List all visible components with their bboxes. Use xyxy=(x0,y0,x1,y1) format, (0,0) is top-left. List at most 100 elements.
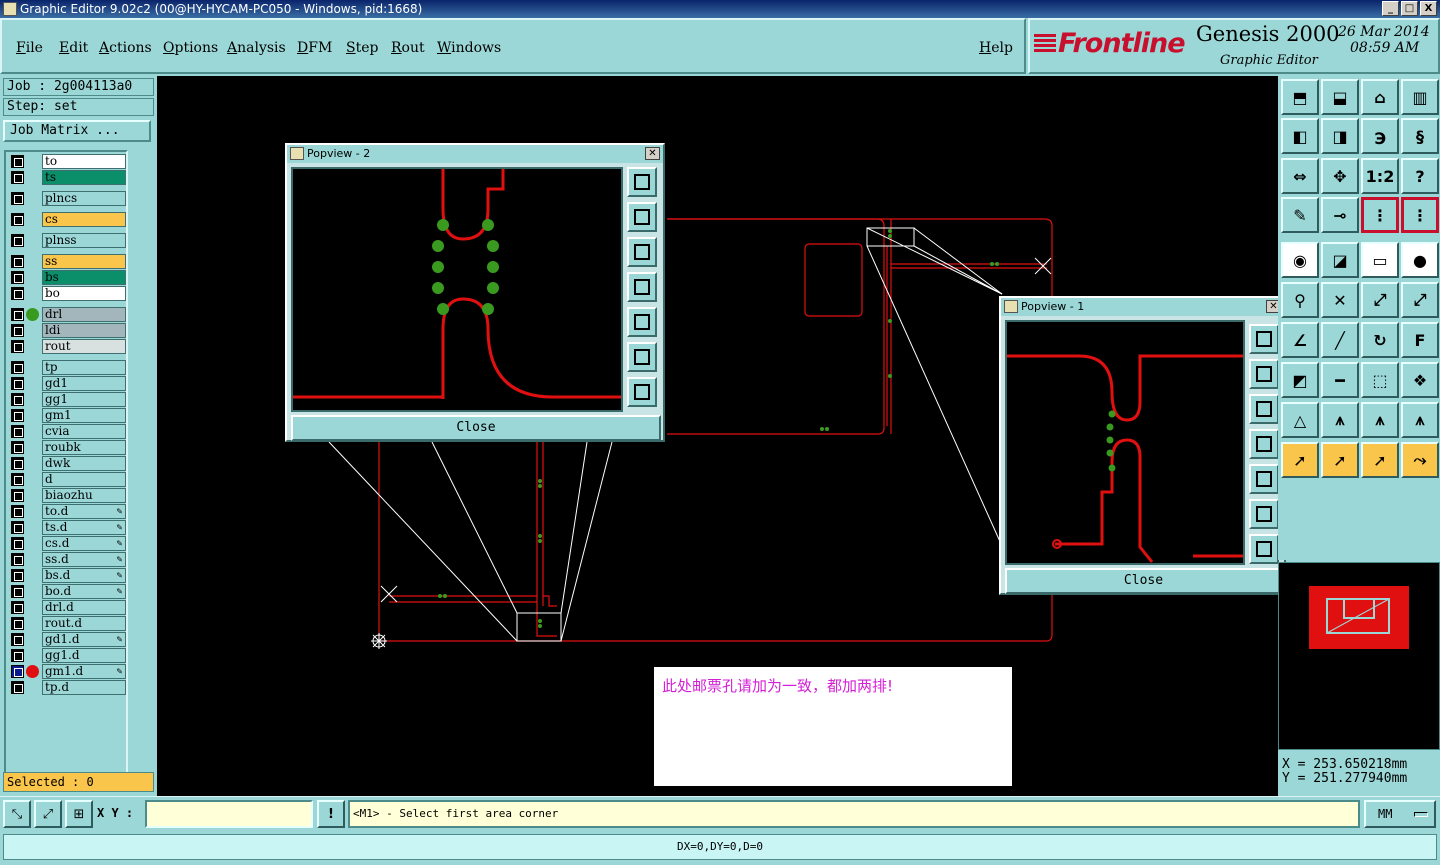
tool-button-9-icon[interactable]: ⇔ xyxy=(1281,158,1319,194)
layer-row-rout-d[interactable]: rout.d xyxy=(8,616,126,631)
layer-row-gm1-d[interactable]: gm1.d ✎ xyxy=(8,664,126,679)
tool-button-28-icon[interactable]: F xyxy=(1401,322,1439,358)
popview-1-tool-zoom-in[interactable] xyxy=(1249,499,1279,529)
layer-name[interactable]: cs xyxy=(42,212,126,227)
tool-button-8-icon[interactable]: § xyxy=(1401,118,1439,154)
layer-checkbox[interactable] xyxy=(11,377,24,390)
tool-button-40-icon[interactable]: ⤳ xyxy=(1401,442,1439,478)
layer-checkbox[interactable] xyxy=(11,155,24,168)
menu-options[interactable]: Options xyxy=(163,40,218,56)
layer-row-gm1[interactable]: gm1 xyxy=(8,408,126,423)
tool-button-20-icon[interactable]: ● xyxy=(1401,242,1439,278)
layer-name[interactable]: ts xyxy=(42,170,126,185)
tool-button-27-icon[interactable]: ↻ xyxy=(1361,322,1399,358)
layer-checkbox[interactable] xyxy=(11,649,24,662)
layer-checkbox[interactable] xyxy=(11,171,24,184)
layer-name[interactable]: roubk xyxy=(42,440,126,455)
layer-name[interactable]: plncs xyxy=(42,191,126,206)
popview-2-close-button[interactable]: Close xyxy=(291,415,661,441)
tool-button-39-icon[interactable]: ➚ xyxy=(1361,442,1399,478)
layer-checkbox[interactable] xyxy=(11,505,24,518)
popview-2-tool-zoom-in[interactable] xyxy=(627,342,657,372)
menu-edit[interactable]: Edit xyxy=(59,40,88,56)
maximize-button[interactable]: □ xyxy=(1401,1,1418,16)
layer-name[interactable]: gd1.d xyxy=(42,632,126,647)
layer-row-plncs[interactable]: plncs xyxy=(8,191,126,206)
layer-checkbox[interactable] xyxy=(11,213,24,226)
layer-checkbox[interactable] xyxy=(11,393,24,406)
minimize-button[interactable]: _ xyxy=(1382,1,1399,16)
layer-name[interactable]: ldi xyxy=(42,323,126,338)
layer-name[interactable]: to xyxy=(42,154,126,169)
layer-name[interactable]: tp xyxy=(42,360,126,375)
menu-windows[interactable]: Windows xyxy=(437,40,501,56)
layer-checkbox[interactable] xyxy=(11,361,24,374)
layer-checkbox[interactable] xyxy=(11,340,24,353)
layer-row-biaozhu[interactable]: biaozhu xyxy=(8,488,126,503)
layer-name[interactable]: gm1 xyxy=(42,408,126,423)
layer-name[interactable]: cvia xyxy=(42,424,126,439)
layer-row-rout[interactable]: rout xyxy=(8,339,126,354)
layer-row-ss-d[interactable]: ss.d ✎ xyxy=(8,552,126,567)
layer-name[interactable]: drl xyxy=(42,307,126,322)
layer-name[interactable]: bs xyxy=(42,270,126,285)
popview-2-canvas[interactable] xyxy=(291,167,623,412)
layer-row-tp-d[interactable]: tp.d xyxy=(8,680,126,695)
layer-row-roubk[interactable]: roubk xyxy=(8,440,126,455)
layer-checkbox[interactable] xyxy=(11,324,24,337)
popview-2-tool-fit[interactable] xyxy=(627,167,657,197)
tool-button-32-icon[interactable]: ❖ xyxy=(1401,362,1439,398)
units-select[interactable]: MM xyxy=(1364,800,1436,828)
layer-name[interactable]: bo xyxy=(42,286,126,301)
tool-button-10-icon[interactable]: ✥ xyxy=(1321,158,1359,194)
menu-help[interactable]: Help xyxy=(979,40,1013,56)
grid-icon[interactable]: ⊞ xyxy=(65,800,93,828)
layer-name[interactable]: gg1.d xyxy=(42,648,126,663)
popview-2-tool-up[interactable] xyxy=(627,202,657,232)
layer-checkbox[interactable] xyxy=(11,192,24,205)
tool-button-13-icon[interactable]: ✎ xyxy=(1281,197,1319,233)
tool-button-4-icon[interactable]: ▥ xyxy=(1401,79,1439,115)
layer-checkbox[interactable] xyxy=(11,617,24,630)
layer-name[interactable]: to.d xyxy=(42,504,126,519)
tool-button-12-icon[interactable]: ? xyxy=(1401,158,1439,194)
layer-row-tp[interactable]: tp xyxy=(8,360,126,375)
tool-button-33-icon[interactable]: △ xyxy=(1281,402,1319,438)
popview-1-tool-down[interactable] xyxy=(1249,394,1279,424)
layer-row-to[interactable]: to xyxy=(8,154,126,169)
layer-row-dwk[interactable]: dwk xyxy=(8,456,126,471)
layer-name[interactable]: ts.d xyxy=(42,520,126,535)
popview-1-tool-right[interactable] xyxy=(1249,464,1279,494)
zoom-area-icon[interactable]: ⤡ xyxy=(3,800,31,828)
popview-2-tool-right[interactable] xyxy=(627,307,657,337)
snap-icon[interactable]: ⤢ xyxy=(34,800,62,828)
layer-name[interactable]: gg1 xyxy=(42,392,126,407)
layer-name[interactable]: rout xyxy=(42,339,126,354)
layer-row-ts-d[interactable]: ts.d ✎ xyxy=(8,520,126,535)
tool-button-25-icon[interactable]: ∠ xyxy=(1281,322,1319,358)
layer-name[interactable]: dwk xyxy=(42,456,126,471)
layer-row-bo[interactable]: bo xyxy=(8,286,126,301)
tool-button-30-icon[interactable]: ━ xyxy=(1321,362,1359,398)
layer-row-gg1[interactable]: gg1 xyxy=(8,392,126,407)
layer-name[interactable]: cs.d xyxy=(42,536,126,551)
layer-row-cs-d[interactable]: cs.d ✎ xyxy=(8,536,126,551)
layer-row-drl[interactable]: drl xyxy=(8,307,126,322)
tool-button-26-icon[interactable]: ╱ xyxy=(1321,322,1359,358)
tool-button-2-icon[interactable]: ⬓ xyxy=(1321,79,1359,115)
popview-1-tool-zoom-out[interactable] xyxy=(1249,534,1279,564)
layer-row-ss[interactable]: ss xyxy=(8,254,126,269)
tool-button-1-icon[interactable]: ⬒ xyxy=(1281,79,1319,115)
layer-row-bs-d[interactable]: bs.d ✎ xyxy=(8,568,126,583)
layer-name[interactable]: tp.d xyxy=(42,680,126,695)
layer-row-gd1[interactable]: gd1 xyxy=(8,376,126,391)
layer-checkbox[interactable] xyxy=(11,441,24,454)
layer-row-ts[interactable]: ts xyxy=(8,170,126,185)
layer-checkbox[interactable] xyxy=(11,601,24,614)
layer-name[interactable]: gm1.d xyxy=(42,664,126,679)
layer-name[interactable]: bo.d xyxy=(42,584,126,599)
tool-button-3-icon[interactable]: ⌂ xyxy=(1361,79,1399,115)
tool-button-16-icon[interactable]: ⋮ xyxy=(1401,197,1439,233)
tool-button-36-icon[interactable]: ⩚ xyxy=(1401,402,1439,438)
tool-button-14-icon[interactable]: ⊸ xyxy=(1321,197,1359,233)
